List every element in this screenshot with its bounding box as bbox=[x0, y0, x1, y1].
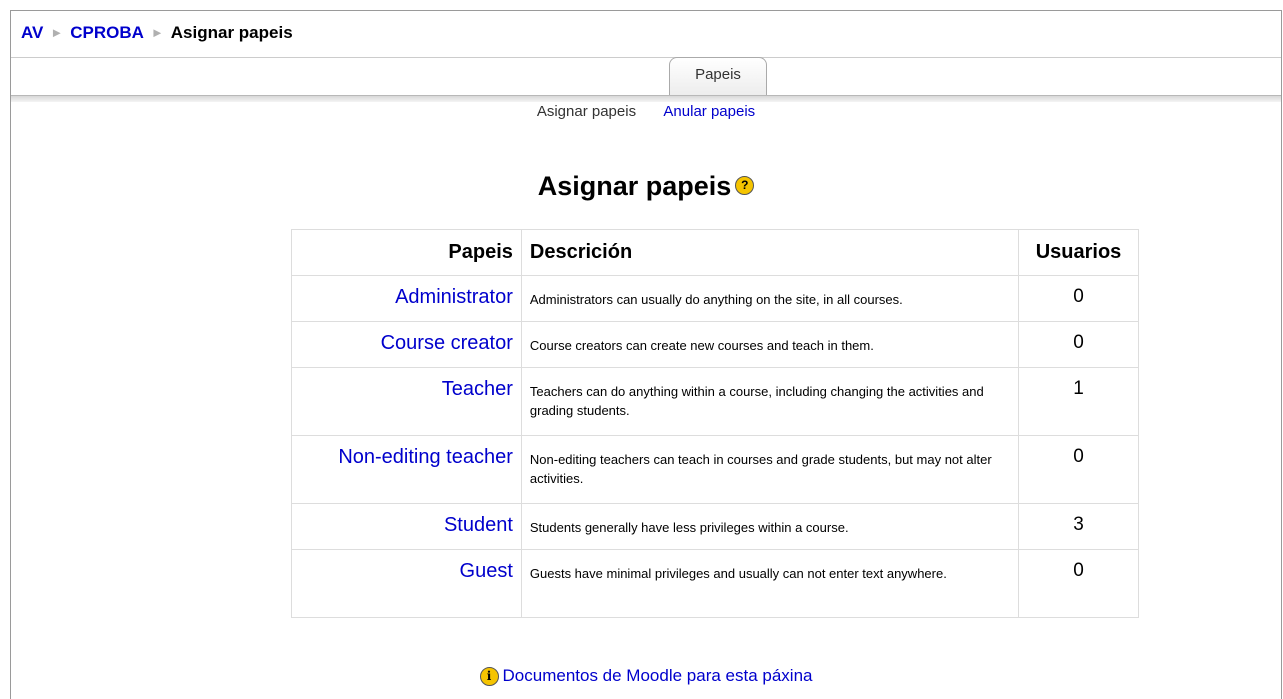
info-icon: i bbox=[479, 667, 499, 687]
role-user-count: 0 bbox=[1018, 275, 1139, 322]
table-row: Teacher Teachers can do anything within … bbox=[291, 367, 1139, 436]
header-papeis: Papeis bbox=[291, 229, 522, 276]
subtabs: Asignar papeis Anular papeis bbox=[11, 103, 1281, 120]
breadcrumb-separator-icon: ► bbox=[150, 25, 164, 40]
role-user-count: 0 bbox=[1018, 549, 1139, 618]
role-description: Teachers can do anything within a course… bbox=[520, 367, 1020, 436]
role-description: Students generally have less privileges … bbox=[520, 503, 1020, 550]
role-user-count: 0 bbox=[1018, 435, 1139, 504]
subtab-anular-papeis[interactable]: Anular papeis bbox=[663, 103, 755, 120]
roles-table: Papeis Descrición Usuarios Administrator… bbox=[291, 229, 1139, 618]
role-link-teacher[interactable]: Teacher bbox=[442, 378, 513, 400]
role-cell: Teacher bbox=[291, 367, 522, 436]
table-row: Student Students generally have less pri… bbox=[291, 503, 1139, 550]
header-descricion: Descrición bbox=[520, 229, 1020, 276]
header-usuarios: Usuarios bbox=[1018, 229, 1139, 276]
role-cell: Course creator bbox=[291, 321, 522, 368]
table-row: Administrator Administrators can usually… bbox=[291, 275, 1139, 322]
table-header-row: Papeis Descrición Usuarios bbox=[291, 229, 1139, 276]
role-user-count: 0 bbox=[1018, 321, 1139, 368]
role-description: Course creators can create new courses a… bbox=[520, 321, 1020, 368]
role-cell: Guest bbox=[291, 549, 522, 618]
subtab-asignar-papeis: Asignar papeis bbox=[536, 103, 637, 120]
moodle-docs-link[interactable]: Documentos de Moodle para esta páxina bbox=[503, 666, 813, 685]
table-row: Course creator Course creators can creat… bbox=[291, 321, 1139, 368]
role-link-non-editing-teacher[interactable]: Non-editing teacher bbox=[338, 446, 513, 468]
role-cell: Student bbox=[291, 503, 522, 550]
breadcrumb: AV ► CPROBA ► Asignar papeis bbox=[21, 23, 293, 43]
role-user-count: 1 bbox=[1018, 367, 1139, 436]
role-link-guest[interactable]: Guest bbox=[460, 560, 513, 582]
role-description: Guests have minimal privileges and usual… bbox=[520, 549, 1020, 618]
tab-papeis[interactable]: Papeis bbox=[669, 57, 767, 95]
moodle-docs-footer: i Documentos de Moodle para esta páxina bbox=[11, 666, 1281, 687]
navbar: AV ► CPROBA ► Asignar papeis bbox=[11, 11, 1281, 58]
role-user-count: 3 bbox=[1018, 503, 1139, 550]
table-row: Guest Guests have minimal privileges and… bbox=[291, 549, 1139, 618]
breadcrumb-current: Asignar papeis bbox=[170, 23, 293, 42]
role-link-administrator[interactable]: Administrator bbox=[395, 286, 513, 308]
role-cell: Non-editing teacher bbox=[291, 435, 522, 504]
page-title-text: Asignar papeis bbox=[537, 171, 732, 201]
breadcrumb-separator-icon: ► bbox=[50, 25, 64, 40]
role-link-student[interactable]: Student bbox=[444, 514, 513, 536]
role-link-course-creator[interactable]: Course creator bbox=[381, 332, 513, 354]
page-title: Asignar papeis? bbox=[11, 171, 1281, 202]
breadcrumb-home-link[interactable]: AV bbox=[21, 23, 43, 42]
role-cell: Administrator bbox=[291, 275, 522, 322]
breadcrumb-course-link[interactable]: CPROBA bbox=[70, 23, 144, 42]
role-description: Non-editing teachers can teach in course… bbox=[520, 435, 1020, 504]
help-icon[interactable]: ? bbox=[735, 176, 755, 196]
page-frame: AV ► CPROBA ► Asignar papeis Papeis Asignar … bbox=[10, 10, 1282, 699]
role-description: Administrators can usually do anything o… bbox=[520, 275, 1020, 322]
table-row: Non-editing teacher Non-editing teachers… bbox=[291, 435, 1139, 504]
tab-bar bbox=[11, 95, 1281, 102]
